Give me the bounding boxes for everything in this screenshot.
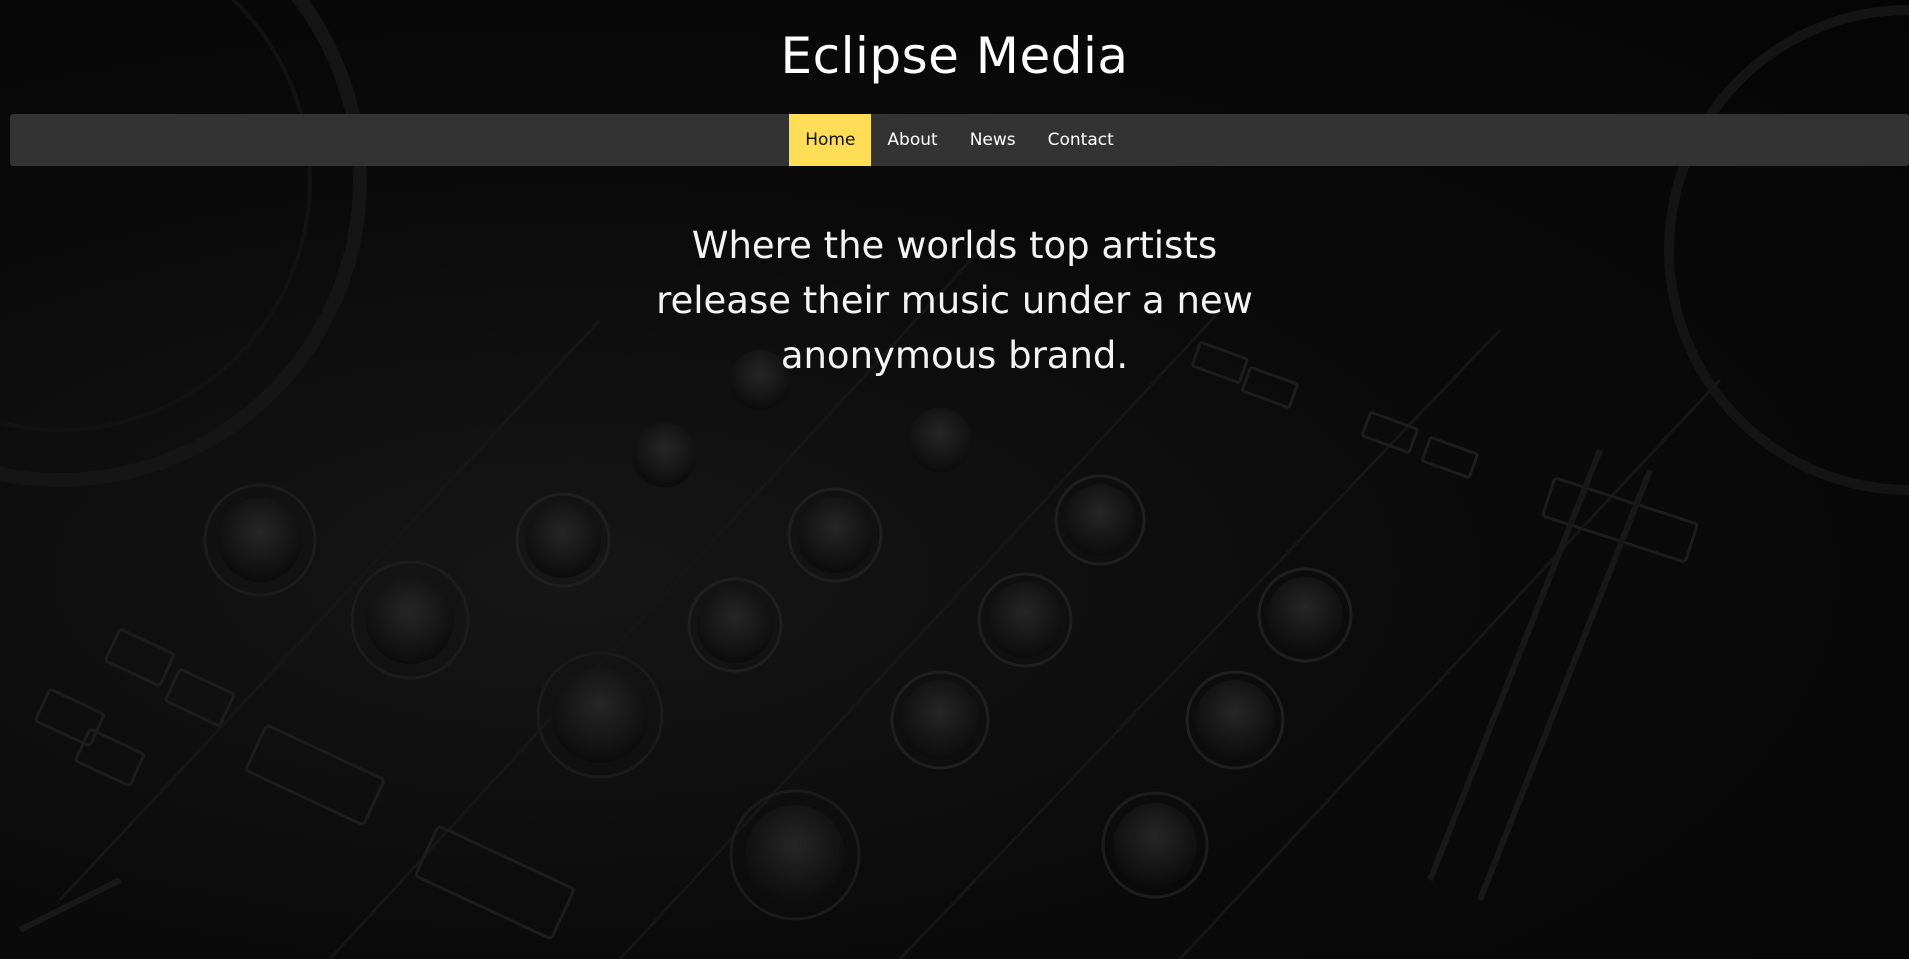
site-title: Eclipse Media <box>780 27 1129 85</box>
nav-item-contact[interactable]: Contact <box>1032 114 1130 166</box>
main-navbar: Home About News Contact <box>10 114 1909 166</box>
hero-section: Where the worlds top artists release the… <box>0 218 1909 383</box>
nav-item-about[interactable]: About <box>871 114 953 166</box>
hero-tagline: Where the worlds top artists release the… <box>656 224 1253 377</box>
site-header: Eclipse Media <box>0 0 1909 114</box>
page: Eclipse Media Home About News Contact Wh… <box>0 0 1909 959</box>
nav-item-news[interactable]: News <box>954 114 1032 166</box>
nav-item-home[interactable]: Home <box>789 114 872 166</box>
